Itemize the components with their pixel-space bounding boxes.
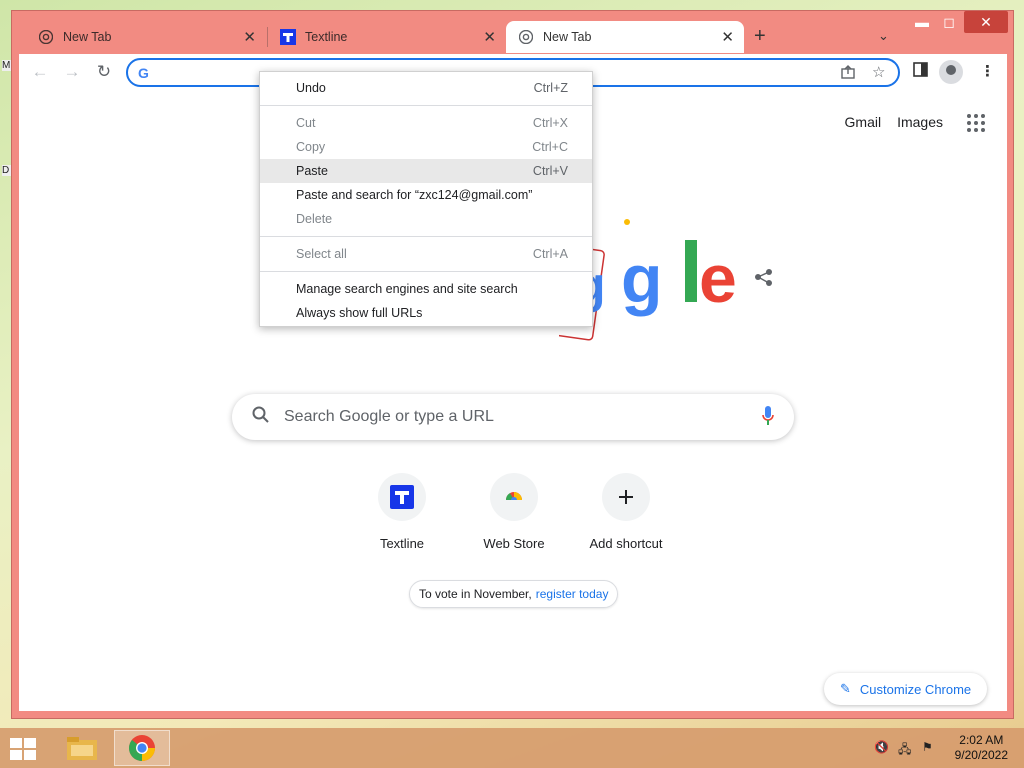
tab-title: New Tab — [543, 30, 592, 44]
clock-time: 2:02 AM — [959, 733, 1004, 747]
menu-shortcut: Ctrl+Z — [533, 81, 568, 95]
tab-title: New Tab — [63, 30, 112, 44]
search-placeholder: Search Google or type a URL — [284, 408, 494, 425]
menu-label: Copy — [296, 140, 326, 154]
close-icon[interactable]: ✕ — [721, 28, 734, 46]
chrome-icon — [38, 29, 54, 45]
file-explorer-icon[interactable] — [54, 730, 110, 766]
taskbar: 🔇 🖧 ⚑ 2:02 AM 9/20/2022 — [0, 728, 1024, 768]
shortcut-label: Textline — [379, 536, 425, 551]
webstore-icon — [490, 473, 538, 521]
close-icon[interactable]: ✕ — [483, 28, 496, 46]
menu-shortcut: Ctrl+X — [532, 116, 568, 130]
customize-chrome-button[interactable]: ✎ Customize Chrome — [824, 673, 988, 705]
plus-icon — [602, 473, 650, 521]
textline-icon — [378, 473, 426, 521]
profile-avatar[interactable] — [939, 60, 963, 84]
customize-label: Customize Chrome — [859, 681, 972, 697]
tab-new-tab-active[interactable]: New Tab ✕ — [506, 21, 744, 53]
vote-promo: To vote in November, register today — [409, 580, 619, 608]
system-clock[interactable]: 2:02 AM 9/20/2022 — [955, 733, 1008, 763]
register-today-link[interactable]: register today — [536, 587, 609, 601]
menu-item-manage-search-engines[interactable]: Manage search engines and site search — [260, 277, 592, 301]
menu-item-undo[interactable]: Undo Ctrl+Z — [260, 76, 592, 100]
menu-item-paste-and-search[interactable]: Paste and search for “zxc124@gmail.com” — [260, 183, 592, 207]
gmail-link[interactable]: Gmail — [845, 114, 882, 130]
network-icon[interactable]: 🖧 — [898, 740, 911, 761]
shortcut-label: Add shortcut — [589, 536, 663, 551]
menu-label: Select all — [296, 247, 347, 261]
bookmark-star-icon[interactable]: ☆ — [872, 63, 885, 81]
menu-shortcut: Ctrl+C — [532, 140, 568, 154]
google-g-icon: G — [138, 65, 149, 81]
volume-muted-icon[interactable]: 🔇 — [874, 740, 889, 754]
title-bar[interactable]: New Tab ✕ Textline ✕ New Tab ✕ + ⌄ ▬ ◻ ✕ — [12, 11, 1013, 59]
windows-start-icon[interactable] — [10, 738, 38, 760]
menu-item-paste[interactable]: Paste Ctrl+V — [260, 159, 592, 183]
clock-date: 9/20/2022 — [954, 748, 1008, 762]
back-button[interactable]: ← — [29, 61, 51, 83]
share-icon[interactable] — [840, 64, 856, 84]
menu-divider — [260, 271, 592, 272]
top-links: Gmail Images — [845, 114, 943, 130]
chrome-taskbar-icon[interactable] — [114, 730, 170, 766]
menu-shortcut: Ctrl+A — [532, 247, 568, 261]
tab-new-tab-1[interactable]: New Tab ✕ — [26, 21, 266, 53]
tab-textline[interactable]: Textline ✕ — [268, 21, 506, 53]
textline-icon — [280, 29, 296, 45]
shortcut-web-store[interactable]: Web Store — [458, 473, 570, 551]
menu-kebab-icon[interactable]: ⋮ — [980, 62, 995, 80]
microphone-icon[interactable] — [762, 406, 774, 425]
images-link[interactable]: Images — [897, 114, 943, 130]
menu-label: Manage search engines and site search — [296, 282, 518, 296]
menu-label: Cut — [296, 116, 316, 130]
new-tab-button[interactable]: + — [754, 25, 766, 48]
menu-shortcut: Ctrl+V — [532, 164, 568, 178]
menu-item-select-all[interactable]: Select all Ctrl+A — [260, 242, 592, 266]
menu-label: Paste and search for “zxc124@gmail.com” — [296, 188, 533, 202]
shortcut-add[interactable]: Add shortcut — [570, 473, 682, 551]
search-icon — [252, 406, 269, 428]
menu-label: Undo — [296, 81, 326, 95]
close-icon[interactable]: ✕ — [243, 28, 256, 46]
google-apps-icon[interactable] — [967, 114, 985, 132]
shortcut-label: Web Store — [483, 536, 545, 551]
close-window-button[interactable]: ✕ — [964, 11, 1008, 33]
chrome-icon — [518, 29, 534, 45]
menu-divider — [260, 236, 592, 237]
svg-text:g: g — [621, 241, 663, 317]
svg-text:e: e — [699, 241, 737, 317]
minimize-button[interactable]: ▬ — [907, 11, 937, 33]
menu-item-cut[interactable]: Cut Ctrl+X — [260, 111, 592, 135]
context-menu: Undo Ctrl+Z Cut Ctrl+X Copy Ctrl+C Paste… — [259, 71, 593, 327]
pencil-icon: ✎ — [840, 681, 851, 696]
menu-label: Delete — [296, 212, 333, 226]
promo-text: To vote in November, — [419, 587, 532, 601]
tab-search-button[interactable]: ⌄ — [878, 28, 889, 44]
menu-item-always-show-full-urls[interactable]: Always show full URLs — [260, 301, 592, 325]
maximize-button[interactable]: ◻ — [934, 11, 964, 33]
reload-button[interactable]: ↻ — [93, 61, 115, 83]
menu-label: Paste — [296, 164, 328, 178]
forward-button[interactable]: → — [61, 61, 83, 83]
shortcut-textline[interactable]: Textline — [346, 473, 458, 551]
menu-item-copy[interactable]: Copy Ctrl+C — [260, 135, 592, 159]
side-panel-icon[interactable] — [913, 62, 928, 81]
menu-divider — [260, 105, 592, 106]
search-box[interactable]: Search Google or type a URL — [232, 394, 794, 440]
menu-item-delete[interactable]: Delete — [260, 207, 592, 231]
tab-title: Textline — [305, 30, 348, 44]
action-center-flag-icon[interactable]: ⚑ — [922, 740, 933, 754]
menu-label: Always show full URLs — [296, 306, 423, 320]
